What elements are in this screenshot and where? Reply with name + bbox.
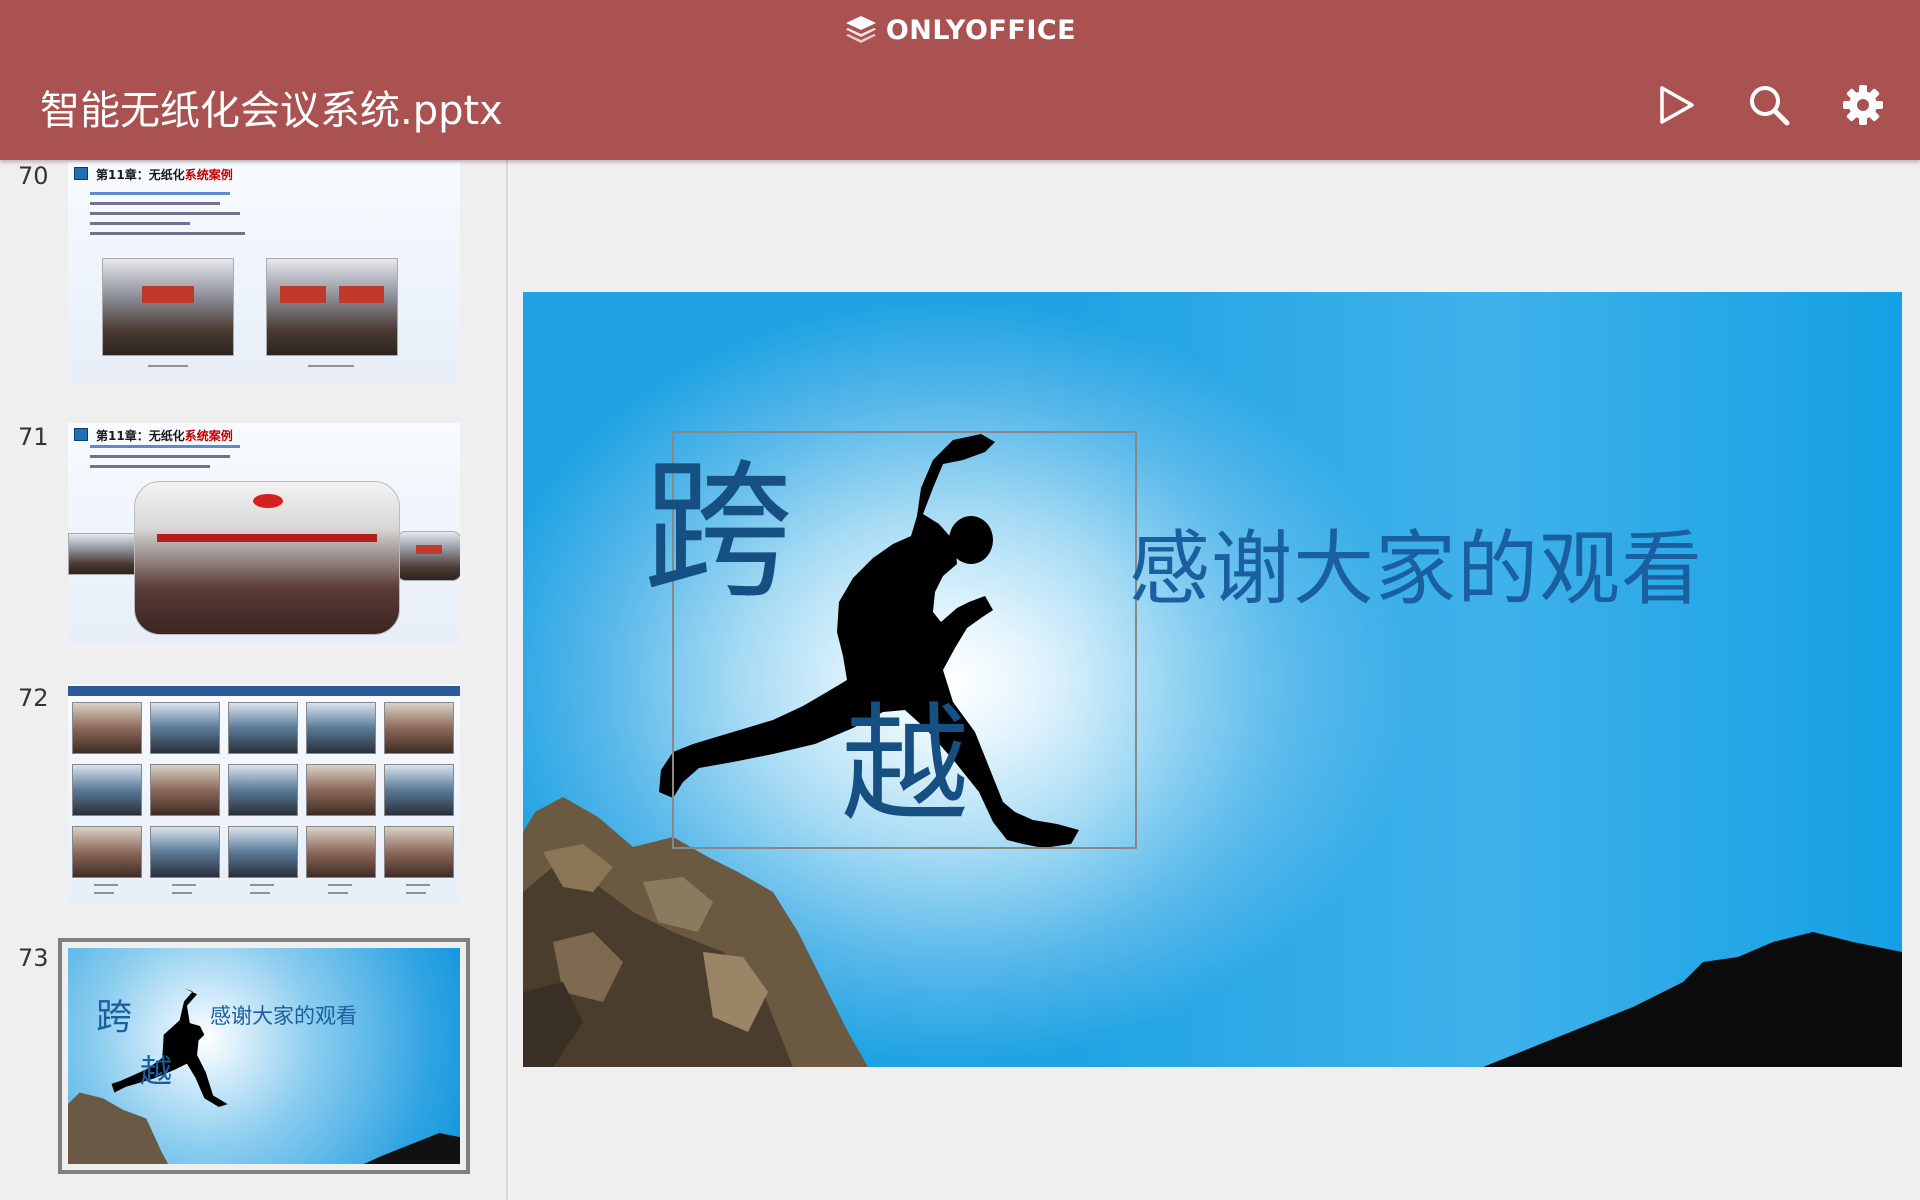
thumbnail-artwork — [68, 988, 460, 1164]
slide-thumbnail-73[interactable]: 跨 越 感谢大家的观看 — [58, 938, 470, 1174]
onlyoffice-logo-icon — [845, 16, 876, 43]
grid-header-bar — [68, 686, 460, 696]
thumbnail-text: 感谢大家的观看 — [210, 1004, 357, 1028]
slide-char-2: 越 — [841, 691, 970, 840]
settings-button[interactable] — [1840, 82, 1886, 128]
current-slide-preview[interactable]: 跨 越 感谢大家的观看 — [523, 292, 1902, 1067]
thumbnail-title: 第11章：无纸化系统案例 — [96, 168, 233, 182]
thumbnail-number: 72 — [18, 684, 49, 712]
search-button[interactable] — [1746, 82, 1792, 128]
document-title: 智能无纸化会议系统.pptx — [40, 88, 503, 134]
thumbnail-content: 跨 越 感谢大家的观看 — [68, 948, 460, 1164]
slide-title-mark — [74, 167, 88, 180]
gear-icon — [1843, 85, 1883, 125]
slide-thumbnail-70[interactable]: 第11章：无纸化系统案例 — [68, 162, 460, 382]
slide-thanks-text: 感谢大家的观看 — [1129, 523, 1704, 617]
thumbnail-content — [68, 684, 460, 904]
conference-photo — [396, 531, 460, 581]
brand: ONLYOFFICE — [0, 14, 1920, 46]
conference-hall-photo — [134, 481, 400, 635]
app-window: ONLYOFFICE 智能无纸化会议系统.pptx 70 第11章：无纸化系统案… — [0, 0, 1920, 1200]
conference-photo — [68, 533, 136, 575]
brand-name: ONLYOFFICE — [885, 14, 1077, 46]
thumbnail-content: 第11章：无纸化系统案例 — [68, 423, 460, 643]
play-icon — [1660, 86, 1694, 124]
slide-char-1: 跨 — [643, 445, 794, 619]
slide-thumbnails-panel[interactable]: 70 第11章：无纸化系统案例 71 第11章：无纸化系统案例 72 73 跨 … — [0, 160, 508, 1200]
play-slideshow-button[interactable] — [1653, 82, 1699, 128]
thumbnail-char-1: 跨 — [96, 997, 133, 1038]
app-header: ONLYOFFICE 智能无纸化会议系统.pptx — [0, 0, 1920, 160]
thumbnail-title: 第11章：无纸化系统案例 — [96, 429, 233, 443]
thumbnail-content: 第11章：无纸化系统案例 — [68, 162, 460, 382]
slide-thumbnail-72[interactable] — [68, 684, 460, 904]
slide-title-mark — [74, 428, 88, 441]
thumbnail-number: 73 — [18, 944, 49, 972]
thumbnail-number: 70 — [18, 162, 49, 190]
search-icon — [1750, 86, 1790, 126]
conference-photo — [102, 258, 234, 356]
thumbnail-number: 71 — [18, 423, 49, 451]
thumbnail-char-2: 越 — [140, 1052, 173, 1090]
conference-photo — [266, 258, 398, 356]
slide-thumbnail-71[interactable]: 第11章：无纸化系统案例 — [68, 423, 460, 643]
